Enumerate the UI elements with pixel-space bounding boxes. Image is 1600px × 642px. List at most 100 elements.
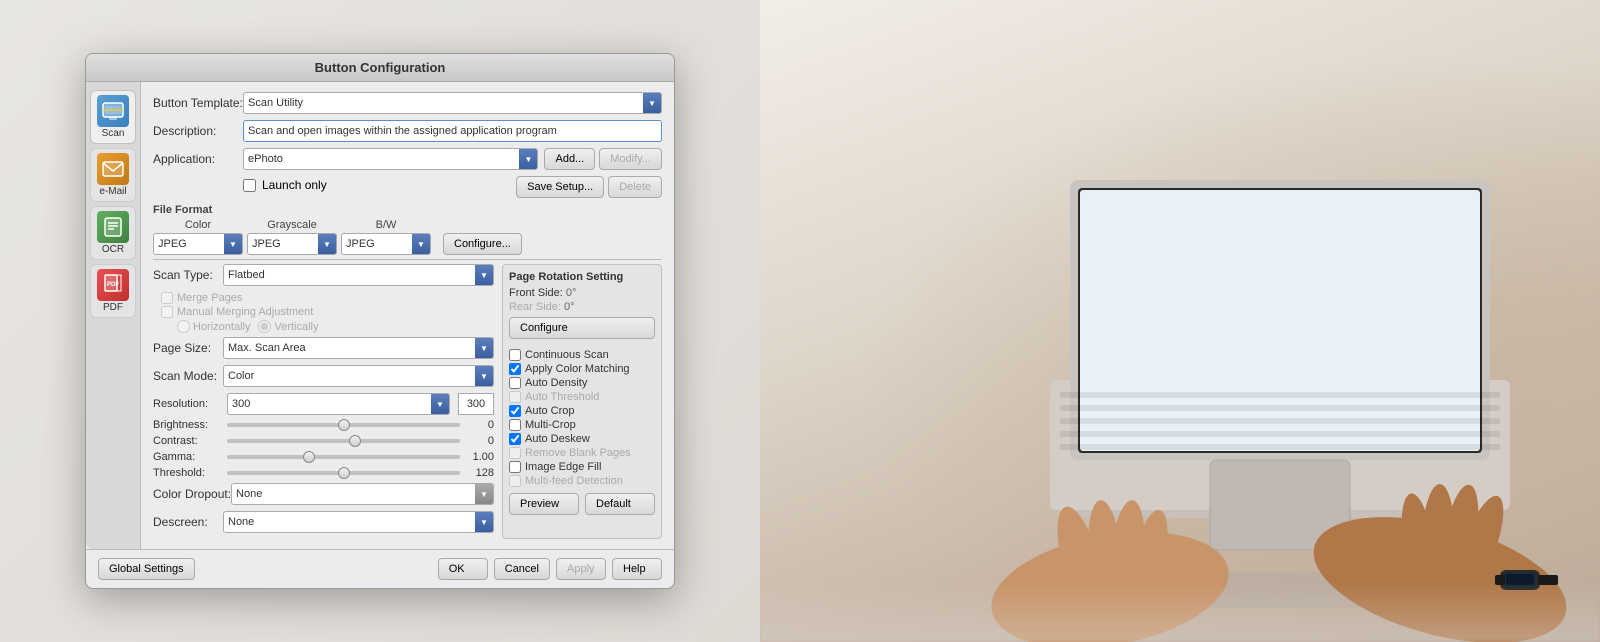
save-setup-button[interactable]: Save Setup... bbox=[516, 176, 604, 198]
laptop-area bbox=[760, 0, 1600, 642]
color-format-select[interactable]: JPEG ▼ bbox=[153, 233, 243, 255]
options-checkboxes: Continuous Scan Apply Color Matching Aut… bbox=[509, 349, 655, 487]
manual-merging-label: Manual Merging Adjustment bbox=[177, 306, 313, 318]
scan-mode-select[interactable]: Color ▼ bbox=[223, 365, 494, 387]
auto-threshold-checkbox[interactable] bbox=[509, 391, 521, 403]
auto-deskew-checkbox[interactable] bbox=[509, 433, 521, 445]
configure-rotation-button[interactable]: Configure bbox=[509, 317, 655, 339]
remove-blank-pages-checkbox[interactable] bbox=[509, 447, 521, 459]
contrast-row: Contrast: 0 bbox=[153, 435, 494, 447]
contrast-label: Contrast: bbox=[153, 435, 223, 447]
default-button[interactable]: Default bbox=[585, 493, 655, 515]
right-panel: Mac Action bbox=[760, 0, 1600, 642]
left-panel: Button Configuration Scan bbox=[0, 0, 760, 642]
apply-color-matching-checkbox[interactable] bbox=[509, 363, 521, 375]
sidebar-item-scan[interactable]: Scan bbox=[90, 90, 136, 144]
threshold-thumb[interactable] bbox=[338, 467, 350, 479]
button-template-label: Button Template: bbox=[153, 96, 243, 110]
color-dropout-select[interactable]: None ▼ bbox=[231, 483, 494, 505]
global-settings-button[interactable]: Global Settings bbox=[98, 558, 195, 580]
laptop-illustration bbox=[760, 0, 1600, 642]
scan-type-dropdown[interactable]: ▼ bbox=[475, 265, 493, 285]
contrast-track bbox=[227, 439, 460, 443]
description-input[interactable] bbox=[243, 120, 662, 142]
rear-side-row: Rear Side: 0° bbox=[509, 301, 655, 313]
grayscale-format-dropdown[interactable]: ▼ bbox=[318, 234, 336, 254]
sidebar-item-pdf[interactable]: PDF PDF bbox=[90, 264, 136, 318]
button-template-select[interactable]: Scan Utility ▼ bbox=[243, 92, 662, 114]
auto-deskew-item: Auto Deskew bbox=[509, 433, 655, 445]
button-template-dropdown[interactable]: ▼ bbox=[643, 93, 661, 113]
preview-default-row: Preview Default bbox=[509, 493, 655, 515]
brightness-thumb[interactable] bbox=[338, 419, 350, 431]
right-column: Page Rotation Setting Front Side: 0° Rea… bbox=[502, 264, 662, 539]
auto-density-item: Auto Density bbox=[509, 377, 655, 389]
scan-mode-row: Scan Mode: Color ▼ bbox=[153, 365, 494, 387]
bw-format-select-row: JPEG ▼ bbox=[341, 233, 431, 255]
color-format-label: Color bbox=[153, 219, 243, 231]
color-format-value: JPEG bbox=[154, 236, 224, 252]
scan-icon bbox=[97, 95, 129, 127]
sidebar: Scan e-Mail bbox=[86, 82, 141, 549]
page-size-label: Page Size: bbox=[153, 341, 223, 355]
cancel-button[interactable]: Cancel bbox=[494, 558, 550, 580]
modify-button[interactable]: Modify... bbox=[599, 148, 662, 170]
multi-crop-checkbox[interactable] bbox=[509, 419, 521, 431]
gamma-thumb[interactable] bbox=[303, 451, 315, 463]
preview-button[interactable]: Preview bbox=[509, 493, 579, 515]
lower-section: Scan Type: Flatbed ▼ Merge Pages bbox=[153, 264, 662, 539]
scan-type-row: Scan Type: Flatbed ▼ bbox=[153, 264, 494, 286]
application-dropdown[interactable]: ▼ bbox=[519, 149, 537, 169]
bw-format-select[interactable]: JPEG ▼ bbox=[341, 233, 431, 255]
add-button[interactable]: Add... bbox=[544, 148, 595, 170]
multi-feed-detection-checkbox[interactable] bbox=[509, 475, 521, 487]
sidebar-pdf-label: PDF bbox=[103, 302, 123, 313]
launch-only-label[interactable]: Launch only bbox=[243, 178, 327, 192]
help-button[interactable]: Help bbox=[612, 558, 662, 580]
vertically-radio-item: Vertically bbox=[258, 320, 318, 333]
resolution-dropdown[interactable]: ▼ bbox=[431, 394, 449, 414]
threshold-label: Threshold: bbox=[153, 467, 223, 479]
gamma-value: 1.00 bbox=[464, 451, 494, 463]
footer-right-buttons: OK Cancel Apply Help bbox=[438, 558, 662, 580]
sidebar-item-email[interactable]: e-Mail bbox=[90, 148, 136, 202]
image-edge-fill-checkbox[interactable] bbox=[509, 461, 521, 473]
apply-color-matching-label: Apply Color Matching bbox=[525, 363, 630, 375]
grayscale-format-select[interactable]: JPEG ▼ bbox=[247, 233, 337, 255]
ocr-icon bbox=[97, 211, 129, 243]
multi-crop-item: Multi-Crop bbox=[509, 419, 655, 431]
ok-button[interactable]: OK bbox=[438, 558, 488, 580]
scan-mode-dropdown[interactable]: ▼ bbox=[475, 366, 493, 386]
bw-format-dropdown[interactable]: ▼ bbox=[412, 234, 430, 254]
delete-button[interactable]: Delete bbox=[608, 176, 662, 198]
scan-type-select[interactable]: Flatbed ▼ bbox=[223, 264, 494, 286]
sidebar-item-ocr[interactable]: OCR bbox=[90, 206, 136, 260]
page-size-dropdown[interactable]: ▼ bbox=[475, 338, 493, 358]
auto-crop-checkbox[interactable] bbox=[509, 405, 521, 417]
descreen-dropdown[interactable]: ▼ bbox=[475, 512, 493, 532]
horizontally-radio[interactable] bbox=[177, 320, 190, 333]
application-select[interactable]: ePhoto ▼ bbox=[243, 148, 538, 170]
resolution-label: Resolution: bbox=[153, 398, 223, 410]
front-side-row: Front Side: 0° bbox=[509, 287, 655, 299]
pdf-icon: PDF bbox=[97, 269, 129, 301]
brightness-label: Brightness: bbox=[153, 419, 223, 431]
merge-pages-checkbox[interactable] bbox=[161, 292, 173, 304]
continuous-scan-checkbox[interactable] bbox=[509, 349, 521, 361]
merge-direction-group: Horizontally Vertically bbox=[177, 320, 494, 333]
contrast-thumb[interactable] bbox=[349, 435, 361, 447]
descreen-select[interactable]: None ▼ bbox=[223, 511, 494, 533]
color-dropout-dropdown[interactable]: ▼ bbox=[475, 484, 493, 504]
vertically-radio[interactable] bbox=[258, 320, 271, 333]
manual-merging-checkbox[interactable] bbox=[161, 306, 173, 318]
descreen-value: None bbox=[224, 514, 475, 530]
front-side-label: Front Side: bbox=[509, 287, 563, 299]
page-size-select[interactable]: Max. Scan Area ▼ bbox=[223, 337, 494, 359]
apply-button[interactable]: Apply bbox=[556, 558, 606, 580]
launch-only-checkbox[interactable] bbox=[243, 179, 256, 192]
auto-density-checkbox[interactable] bbox=[509, 377, 521, 389]
color-format-dropdown[interactable]: ▼ bbox=[224, 234, 242, 254]
rear-side-value: 0° bbox=[564, 301, 575, 313]
resolution-select[interactable]: 300 ▼ bbox=[227, 393, 450, 415]
configure-format-button[interactable]: Configure... bbox=[443, 233, 522, 255]
